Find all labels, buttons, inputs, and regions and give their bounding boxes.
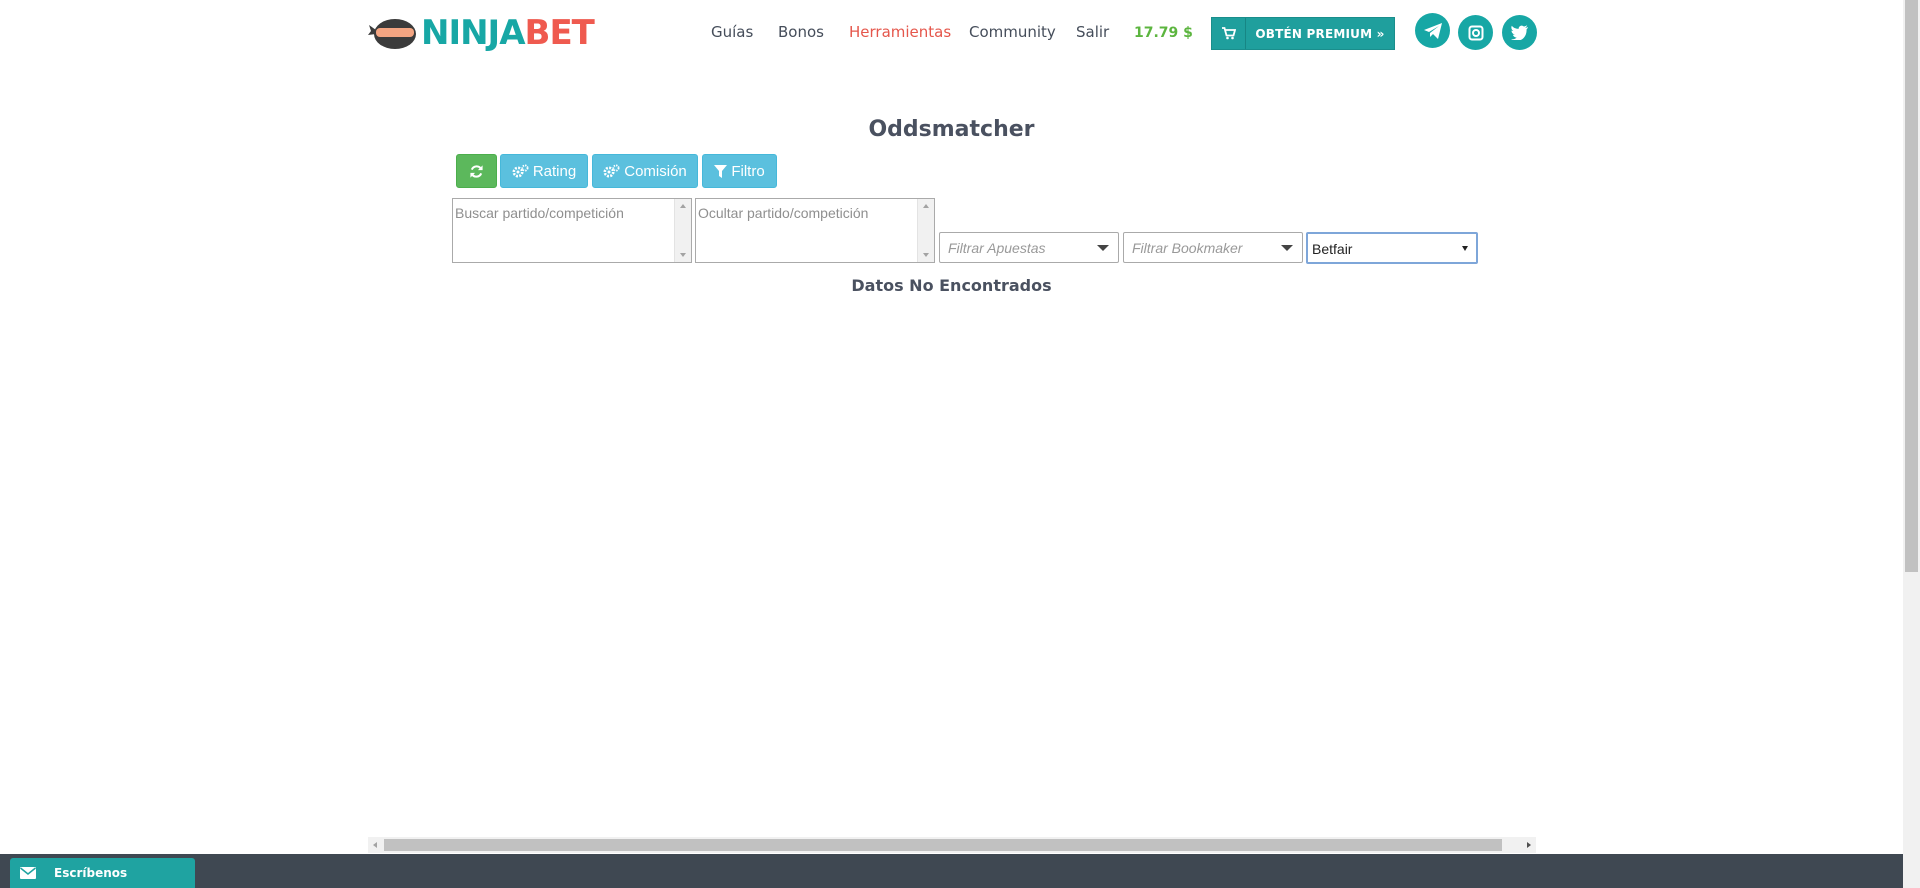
- filter-bets-select[interactable]: Filtrar Apuestas: [939, 232, 1119, 263]
- chat-label: Escríbenos: [54, 866, 128, 880]
- filtro-label: Filtro: [731, 162, 765, 180]
- rating-button[interactable]: Rating: [500, 154, 588, 188]
- scroll-left-icon[interactable]: [373, 842, 377, 848]
- empty-state-message: Datos No Encontrados: [851, 276, 1052, 295]
- chevron-down-icon: [1462, 246, 1468, 251]
- search-match-input[interactable]: Buscar partido/competición: [452, 198, 692, 263]
- page-scrollbar[interactable]: [1903, 0, 1920, 888]
- chat-widget-button[interactable]: Escríbenos: [10, 858, 195, 888]
- nav-salir[interactable]: Salir: [1076, 22, 1109, 42]
- scrollbar-thumb[interactable]: [384, 839, 1502, 851]
- nav-herramientas[interactable]: Herramientas: [849, 22, 951, 42]
- gears-icon: [603, 164, 620, 178]
- search-match-placeholder: Buscar partido/competición: [455, 205, 624, 221]
- comision-button[interactable]: Comisión: [592, 154, 698, 188]
- exchange-value: Betfair: [1312, 241, 1353, 257]
- hide-match-placeholder: Ocultar partido/competición: [698, 205, 869, 221]
- nav-guias[interactable]: Guías: [711, 22, 753, 42]
- rating-label: Rating: [532, 162, 577, 180]
- chevron-down-icon: [1097, 245, 1109, 251]
- hide-match-input[interactable]: Ocultar partido/competición: [695, 198, 935, 263]
- footer-bar: [0, 854, 1903, 888]
- site-header: NINJABET Guías Bonos Herramientas Commun…: [0, 0, 1900, 66]
- chevron-down-icon: [1281, 245, 1293, 251]
- premium-label: OBTÉN PREMIUM »: [1255, 26, 1385, 41]
- envelope-icon: [10, 867, 46, 879]
- scroll-right-icon[interactable]: [1527, 842, 1531, 848]
- refresh-button[interactable]: [456, 154, 497, 188]
- premium-button[interactable]: OBTÉN PREMIUM »: [1211, 17, 1395, 50]
- telegram-icon[interactable]: [1415, 13, 1450, 48]
- nav-bonos[interactable]: Bonos: [778, 22, 824, 42]
- textarea-scrollbar[interactable]: [674, 199, 691, 262]
- gears-icon: [512, 164, 529, 178]
- filtro-button[interactable]: Filtro: [702, 154, 777, 188]
- page-scrollbar-thumb[interactable]: [1905, 0, 1918, 572]
- brand-name-part2: BET: [524, 13, 595, 53]
- filter-icon: [714, 164, 728, 178]
- filter-bookmaker-select[interactable]: Filtrar Bookmaker: [1123, 232, 1303, 263]
- refresh-icon: [470, 164, 483, 178]
- filter-bets-placeholder: Filtrar Apuestas: [948, 240, 1046, 256]
- account-balance: 17.79 $: [1134, 25, 1193, 41]
- comision-label: Comisión: [624, 162, 687, 180]
- exchange-select[interactable]: Betfair: [1306, 232, 1478, 264]
- filter-bookmaker-placeholder: Filtrar Bookmaker: [1132, 240, 1243, 256]
- horizontal-scrollbar[interactable]: [368, 837, 1536, 853]
- instagram-icon[interactable]: [1458, 15, 1493, 50]
- brand-name: NINJABET: [421, 13, 595, 53]
- twitter-icon[interactable]: [1502, 15, 1537, 50]
- brand-name-part1: NINJA: [421, 13, 526, 53]
- textarea-scrollbar[interactable]: [917, 199, 934, 262]
- ninjabet-logo[interactable]: NINJABET: [368, 14, 598, 52]
- ninja-head-icon: [368, 19, 416, 49]
- nav-community[interactable]: Community: [969, 22, 1056, 42]
- cart-icon: [1212, 18, 1246, 49]
- page-title: Oddsmatcher: [868, 117, 1035, 142]
